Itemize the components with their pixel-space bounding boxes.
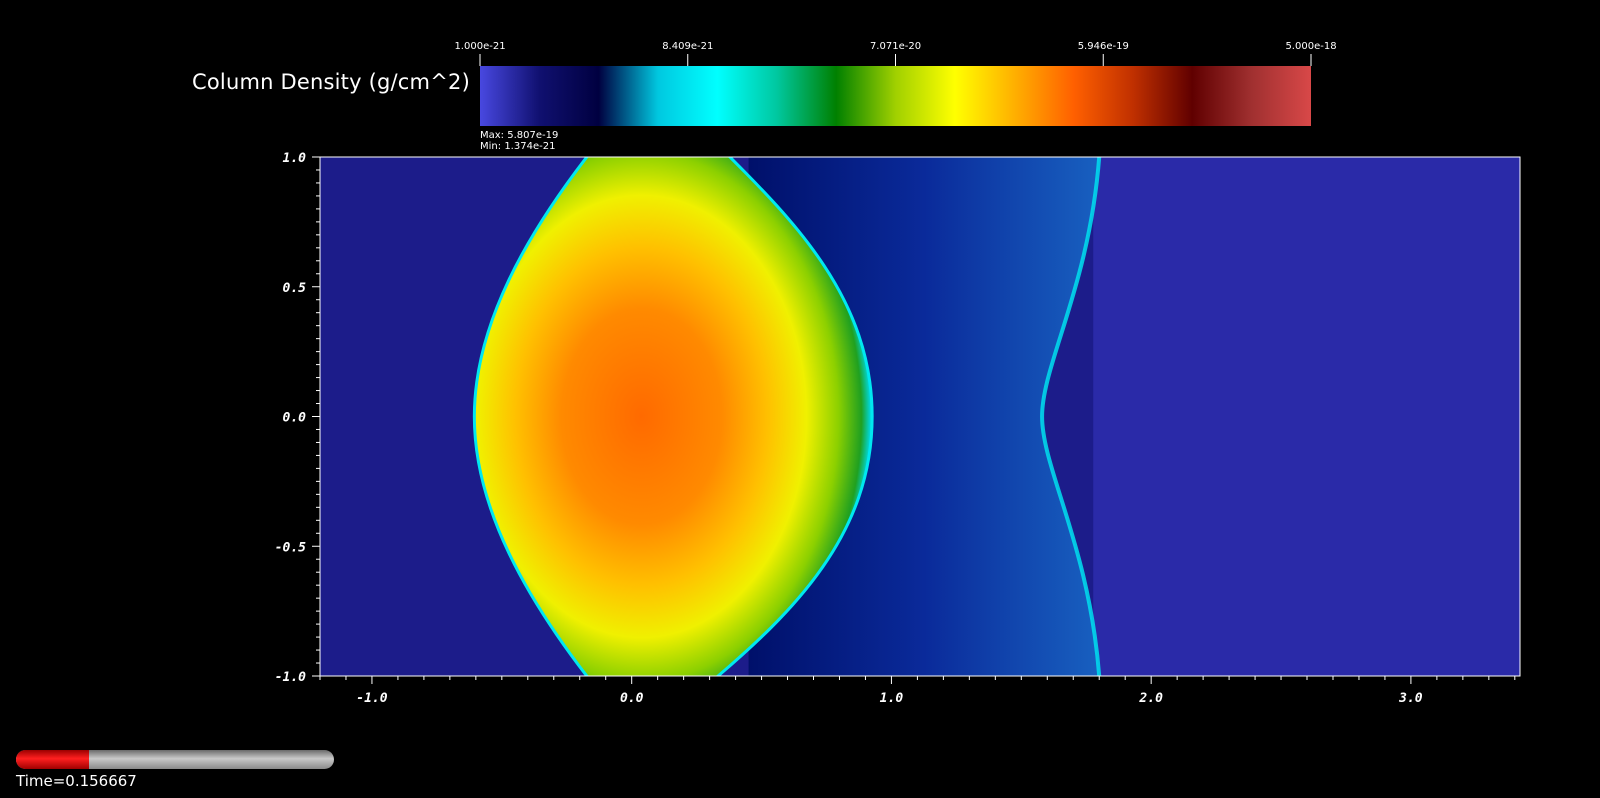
colorbar-ticks: 1.000e-21 8.409e-21 7.071e-20 5.946e-19 5.00… [454,41,1337,66]
min-value: 1.374e-21 [504,141,556,152]
x-tick-label: 2.0 [1138,691,1163,706]
colorbar-tick-label: 1.000e-21 [454,41,505,52]
max-value: 5.807e-19 [507,130,559,141]
time-progress-fill [16,750,90,769]
visualization-canvas: 1.000e-21 8.409e-21 7.071e-20 5.946e-19 5.00… [275,41,1521,706]
colorbar-gradient-bar [480,66,1311,126]
x-tick-label: 0.0 [620,691,644,706]
x-tick-label: 3.0 [1398,691,1423,706]
x-tick-label: -1.0 [356,691,387,706]
max-label: Max: [480,130,505,141]
y-tick-label: 0.5 [283,281,307,296]
min-label: Min: [480,141,502,152]
y-axis: 1.0 0.5 0.0 -0.5 -1.0 [275,151,320,685]
heatmap-image [320,157,1520,676]
colorbar-tick-label: 8.409e-21 [662,41,713,52]
x-axis: -1.0 0.0 1.0 2.0 3.0 [319,676,1516,706]
time-label: Time=0.156667 [16,772,137,790]
max-readout: Max: 5.807e-19 [480,130,558,141]
colorbar: 1.000e-21 8.409e-21 7.071e-20 5.946e-19 5.00… [454,41,1337,126]
colorbar-tick-label: 5.946e-19 [1078,41,1129,52]
plot-area: -1.0 0.0 1.0 2.0 3.0 1.0 0.5 0.0 -0.5 -1.0 [275,151,1521,706]
y-tick-label: 1.0 [283,151,307,166]
min-readout: Min: 1.374e-21 [480,141,555,152]
y-tick-label: -1.0 [275,670,306,685]
colorbar-tick-label: 7.071e-20 [870,41,921,52]
time-progress-bar[interactable] [16,750,334,769]
ambient-medium-region [1093,157,1520,676]
x-tick-label: 1.0 [880,691,904,706]
colorbar-tick-label: 5.000e-18 [1285,41,1336,52]
y-tick-label: -0.5 [275,540,306,555]
y-tick-label: 0.0 [283,411,307,426]
colorbar-title: Column Density (g/cm^2) [192,70,470,94]
